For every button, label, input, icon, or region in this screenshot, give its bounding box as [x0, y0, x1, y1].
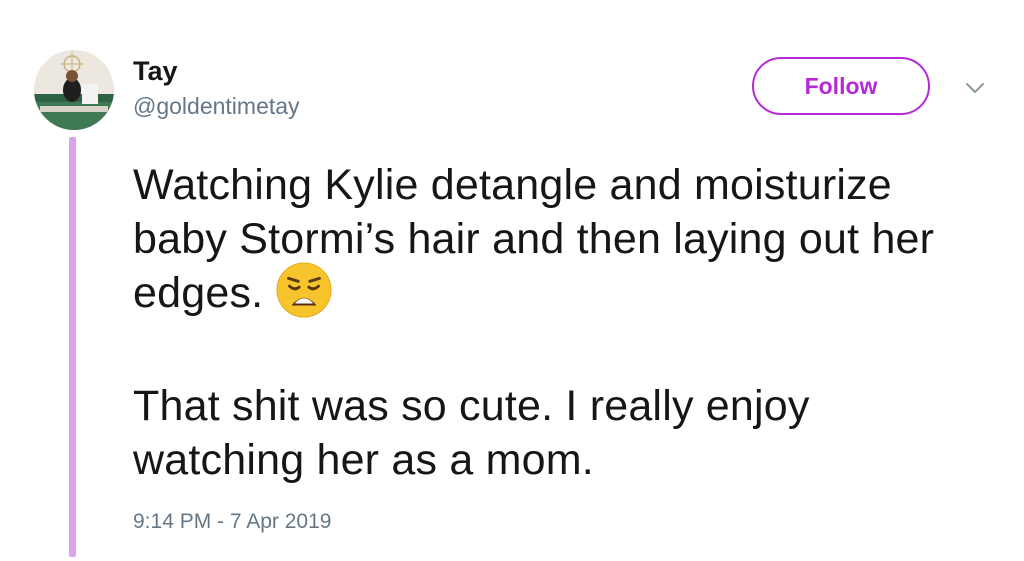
tweet-paragraph-2: That shit was so cute. I really enjoy wa…: [133, 381, 810, 484]
author-handle[interactable]: @goldentimetay: [133, 92, 300, 120]
timestamp[interactable]: 9:14 PM - 7 Apr 2019: [133, 509, 331, 535]
tweet-card: Tay @goldentimetay Follow Watching Kylie…: [0, 0, 1024, 561]
tweet-text: Watching Kylie detangle and moisturize b…: [133, 158, 993, 487]
weary-face-emoji-icon: [276, 262, 332, 318]
thread-line: [69, 137, 76, 557]
tweet-paragraph-1: Watching Kylie detangle and moisturize b…: [133, 158, 993, 325]
chevron-down-icon[interactable]: [962, 78, 988, 98]
tweet-paragraph-1-text: Watching Kylie detangle and moisturize b…: [133, 161, 935, 317]
follow-button[interactable]: Follow: [752, 57, 930, 115]
avatar[interactable]: [34, 50, 114, 130]
author-name[interactable]: Tay: [133, 55, 178, 87]
avatar-photo: [34, 50, 114, 130]
